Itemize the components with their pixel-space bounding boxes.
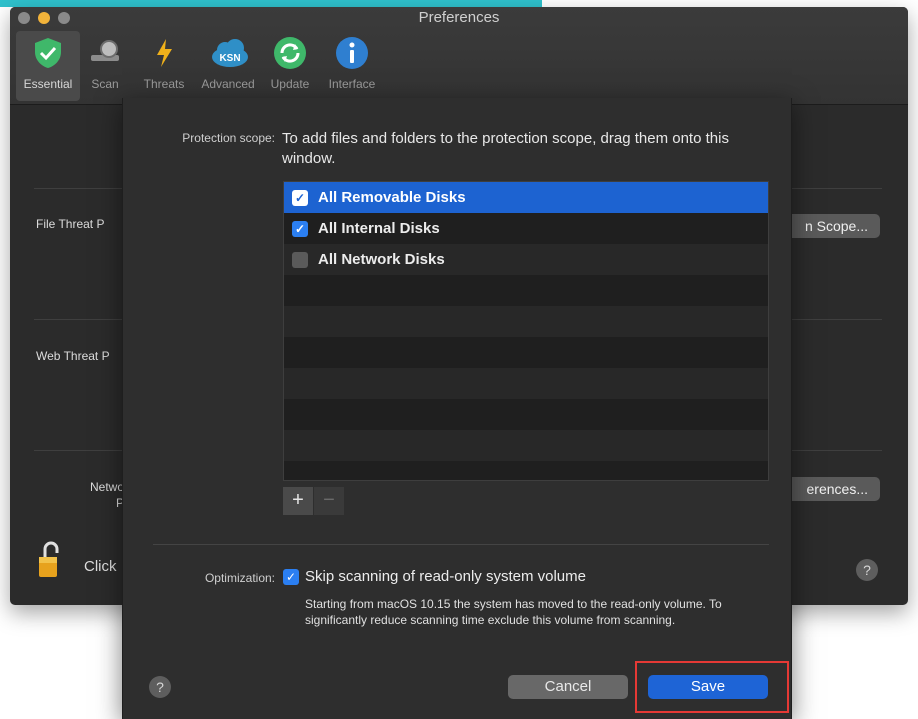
empty-row (284, 306, 768, 337)
disk-list[interactable]: ✓ All Removable Disks ✓ All Internal Dis… (283, 181, 769, 481)
svg-text:KSN: KSN (219, 53, 240, 64)
empty-row (284, 399, 768, 430)
checkbox-network-disks[interactable] (292, 251, 308, 268)
refresh-icon (272, 35, 308, 71)
file-threat-label: File Threat P (36, 217, 105, 231)
empty-row (284, 275, 768, 306)
protection-scope-description: To add files and folders to the protecti… (282, 130, 729, 167)
toolbar-item-threats[interactable]: Threats (138, 31, 190, 101)
toolbar-label-essential: Essential (23, 77, 73, 91)
separator (792, 450, 882, 451)
protection-scope-button[interactable]: n Scope... (782, 214, 880, 238)
checkbox-removable-disks[interactable]: ✓ (292, 189, 308, 206)
separator (34, 188, 124, 189)
lightning-bolt-icon (146, 35, 182, 71)
empty-row (284, 368, 768, 399)
checkbox-skip-readonly[interactable]: ✓ (283, 568, 299, 585)
cancel-button[interactable]: Cancel (508, 675, 628, 699)
toolbar-item-update[interactable]: Update (264, 31, 316, 101)
save-highlight-box (635, 661, 789, 713)
remove-item-button[interactable]: − (314, 487, 344, 515)
disk-label: All Internal Disks (318, 220, 440, 237)
optimization-option-label: Skip scanning of read-only system volume (305, 568, 586, 585)
separator (34, 450, 124, 451)
toolbar-item-essential[interactable]: Essential (16, 31, 80, 101)
toolbar-label-advanced: Advanced (201, 77, 255, 91)
toolbar-item-advanced[interactable]: KSN Advanced (196, 31, 260, 101)
list-item[interactable]: ✓ All Removable Disks (284, 182, 768, 213)
ksn-cloud-icon: KSN (210, 35, 248, 71)
empty-row (284, 461, 768, 480)
optimization-option[interactable]: ✓ Skip scanning of read-only system volu… (283, 568, 586, 585)
checkbox-internal-disks[interactable]: ✓ (292, 220, 308, 237)
disk-label: All Network Disks (318, 251, 445, 268)
scan-magnifier-icon (87, 35, 123, 71)
shield-check-icon (30, 35, 66, 71)
toolbar-item-interface[interactable]: Interface (322, 31, 382, 101)
toolbar-label-update: Update (270, 77, 310, 91)
optimization-note: Starting from macOS 10.15 the system has… (305, 597, 722, 627)
list-item[interactable]: All Network Disks (284, 244, 768, 275)
toolbar-item-scan[interactable]: Scan (82, 31, 128, 101)
optimization-label: Optimization: (204, 571, 275, 585)
divider (153, 544, 769, 545)
separator (792, 319, 882, 320)
separator (34, 319, 124, 320)
title-bar: Preferences Essential Scan Threats KSN A… (10, 7, 908, 105)
help-button[interactable]: ? (856, 559, 878, 581)
disk-label: All Removable Disks (318, 189, 466, 206)
info-icon (334, 35, 370, 71)
protection-scope-sheet: Protection scope: To add files and folde… (122, 98, 792, 719)
sheet-help-button[interactable]: ? (149, 676, 171, 698)
web-threat-label: Web Threat P (36, 349, 110, 363)
toolbar-label-scan: Scan (91, 77, 119, 91)
empty-row (284, 430, 768, 461)
toolbar-label-threats: Threats (143, 77, 185, 91)
separator (792, 188, 882, 189)
network-label-line1: Netwo (90, 480, 125, 494)
lock-text: Click (84, 558, 117, 575)
window-title: Preferences (418, 9, 500, 26)
lock-icon[interactable] (38, 541, 60, 579)
network-preferences-button[interactable]: erences... (782, 477, 880, 501)
protection-scope-label: Protection scope: (182, 131, 275, 145)
add-item-button[interactable]: + (283, 487, 313, 515)
toolbar-label-interface: Interface (328, 77, 376, 91)
empty-row (284, 337, 768, 368)
list-item[interactable]: ✓ All Internal Disks (284, 213, 768, 244)
top-accent-strip (0, 0, 542, 7)
